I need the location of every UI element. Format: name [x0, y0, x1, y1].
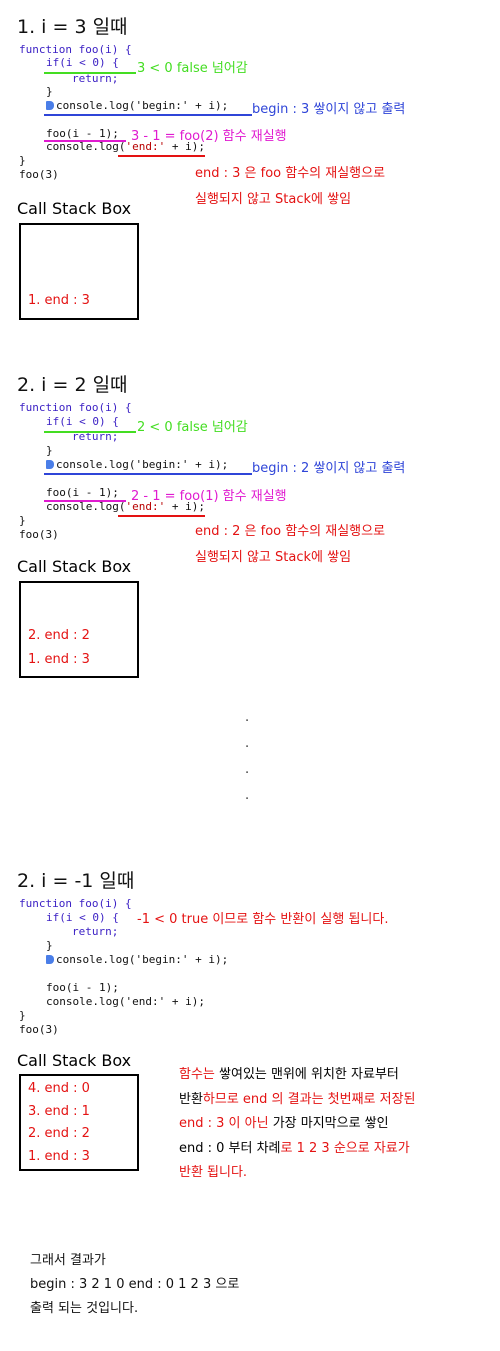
ellipsis-dot: . — [245, 736, 250, 751]
code-line-return: return; — [72, 925, 119, 938]
code-line-function: function foo(i) { — [19, 401, 132, 414]
underline-green — [44, 431, 136, 433]
code-line-close-function: } — [19, 1009, 26, 1022]
stack-item: 3. end : 1 — [28, 1104, 90, 1119]
underline-magenta — [44, 500, 126, 502]
underline-green — [44, 72, 136, 74]
summary-line: 출력 되는 것입니다. — [30, 1301, 139, 1316]
stack-item: 1. end : 3 — [28, 652, 90, 667]
call-stack-box: 4. end : 0 3. end : 1 2. end : 2 1. end … — [19, 1074, 139, 1171]
breakpoint-icon — [46, 460, 54, 469]
annotation-end-line2: 실행되지 않고 Stack에 쌓임 — [195, 550, 352, 565]
section3-title: 2. i = -1 일때 — [17, 870, 135, 892]
code-line-recursive-call: foo(i - 1); — [46, 486, 119, 499]
code-line-return: return; — [72, 72, 119, 85]
summary-line: 그래서 결과가 — [30, 1253, 106, 1268]
code-line-call: foo(3) — [19, 168, 59, 181]
code-line-if: if(i < 0) { — [46, 56, 119, 69]
call-stack-label: Call Stack Box — [17, 1051, 132, 1070]
annotation-if: -1 < 0 true 이므로 함수 반환이 실행 됩니다. — [137, 912, 389, 927]
code-line-console-begin: console.log('begin:' + i); — [46, 459, 228, 470]
code-line-console-begin: console.log('begin:' + i); — [46, 954, 228, 965]
code-line-close-function: } — [19, 154, 26, 167]
code-line-close-if: } — [46, 85, 53, 98]
annotation-recursion: 3 - 1 = foo(2) 함수 재실행 — [131, 129, 287, 144]
underline-blue — [44, 473, 252, 475]
stack-item: 1. end : 3 — [28, 1149, 90, 1164]
stack-item: 1. end : 3 — [28, 293, 90, 308]
breakpoint-icon — [46, 101, 54, 110]
breakpoint-icon — [46, 955, 54, 964]
annotation-if: 3 < 0 false 넘어감 — [137, 61, 248, 76]
note-line: 반환 됩니다. — [179, 1165, 248, 1180]
code-line-if: if(i < 0) { — [46, 415, 119, 428]
note-line: 반환하므로 end 의 결과는 첫번째로 저장된 — [179, 1091, 416, 1107]
underline-red — [118, 515, 205, 517]
code-line-call: foo(3) — [19, 528, 59, 541]
summary-line: begin : 3 2 1 0 end : 0 1 2 3 으로 — [30, 1277, 240, 1292]
ellipsis-dot: . — [245, 788, 250, 803]
code-line-console-begin: console.log('begin:' + i); — [46, 100, 228, 111]
code-line-close-function: } — [19, 514, 26, 527]
code-line-console-end: console.log('end:' + i); — [46, 995, 205, 1008]
note-line: 함수는 쌓여있는 맨위에 위치한 자료부터 — [179, 1067, 399, 1082]
call-stack-box: 2. end : 2 1. end : 3 — [19, 581, 139, 678]
annotation-end-line2: 실행되지 않고 Stack에 쌓임 — [195, 192, 352, 207]
underline-red — [118, 155, 205, 157]
annotation-recursion: 2 - 1 = foo(1) 함수 재실행 — [131, 489, 287, 504]
section2-title: 2. i = 2 일때 — [17, 374, 128, 396]
underline-magenta — [44, 140, 126, 142]
stack-item: 4. end : 0 — [28, 1081, 90, 1096]
call-stack-label: Call Stack Box — [17, 199, 132, 218]
annotation-if: 2 < 0 false 넘어감 — [137, 420, 248, 435]
code-line-if: if(i < 0) { — [46, 911, 119, 924]
annotation-end-line1: end : 3 은 foo 함수의 재실행으로 — [195, 166, 386, 181]
note-line: end : 3 이 아닌 가장 마지막으로 쌓인 — [179, 1116, 389, 1131]
explanation-note: 함수는 쌓여있는 맨위에 위치한 자료부터 반환하므로 end 의 결과는 첫번… — [179, 1063, 416, 1186]
note-line: end : 0 부터 차례로 1 2 3 순으로 자료가 — [179, 1140, 410, 1156]
code-line-function: function foo(i) { — [19, 897, 132, 910]
ellipsis-dot: . — [245, 762, 250, 777]
call-stack-label: Call Stack Box — [17, 557, 132, 576]
stack-item: 2. end : 2 — [28, 1126, 90, 1141]
code-line-close-if: } — [46, 444, 53, 457]
annotation-begin: begin : 2 쌓이지 않고 출력 — [252, 461, 406, 476]
code-line-recursive-call: foo(i - 1); — [46, 981, 119, 994]
code-line-function: function foo(i) { — [19, 43, 132, 56]
stack-item: 2. end : 2 — [28, 628, 90, 643]
summary: 그래서 결과가 begin : 3 2 1 0 end : 0 1 2 3 으로… — [30, 1249, 239, 1321]
code-line-recursive-call: foo(i - 1); — [46, 127, 119, 140]
underline-blue — [44, 114, 252, 116]
code-line-call: foo(3) — [19, 1023, 59, 1036]
ellipsis-dot: . — [245, 710, 250, 725]
annotation-begin: begin : 3 쌓이지 않고 출력 — [252, 102, 406, 117]
annotation-end-line1: end : 2 은 foo 함수의 재실행으로 — [195, 524, 386, 539]
code-line-close-if: } — [46, 939, 53, 952]
section1-title: 1. i = 3 일때 — [17, 16, 128, 38]
call-stack-box: 1. end : 3 — [19, 223, 139, 320]
